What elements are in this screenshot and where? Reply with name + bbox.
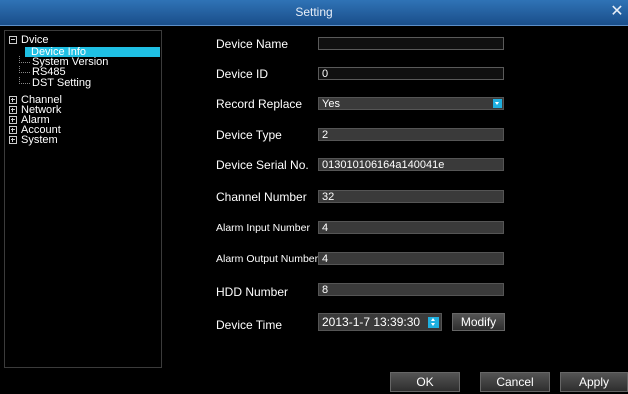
device-name-input[interactable] (318, 37, 504, 50)
serial-no-label: Device Serial No. (216, 158, 309, 172)
spinner-icon[interactable] (428, 317, 439, 328)
window-title: Setting (295, 5, 333, 19)
device-id-input[interactable]: 0 (318, 67, 504, 80)
alarm-input-value: 4 (318, 221, 504, 234)
expand-icon[interactable] (9, 106, 17, 114)
device-time-label: Device Time (216, 318, 283, 332)
tree-node-system[interactable]: System (9, 134, 58, 146)
settings-tree-panel: Dvice Device Info System Version RS485 D… (4, 30, 162, 368)
tree-node-label: System (21, 134, 58, 146)
device-time-input[interactable]: 2013-1-7 13:39:30 (318, 313, 442, 331)
expand-icon[interactable] (9, 116, 17, 124)
tree-connector (19, 56, 30, 63)
record-replace-label: Record Replace (216, 97, 303, 111)
alarm-output-value: 4 (318, 252, 504, 265)
tree-node-dvice[interactable]: Dvice (9, 34, 49, 46)
expand-icon[interactable] (9, 96, 17, 104)
device-type-value: 2 (318, 128, 504, 141)
serial-no-value: 013010106164a140041e (318, 158, 504, 171)
alarm-input-label: Alarm Input Number (216, 222, 310, 234)
dropdown-arrow-icon[interactable] (493, 99, 502, 108)
expand-icon[interactable] (9, 136, 17, 144)
device-name-label: Device Name (216, 37, 289, 51)
expand-icon[interactable] (9, 126, 17, 134)
collapse-icon[interactable] (9, 36, 17, 44)
close-icon[interactable]: ✕ (608, 3, 626, 21)
tree-item-label: DST Setting (32, 77, 92, 89)
modify-button[interactable]: Modify (452, 313, 505, 331)
cancel-button[interactable]: Cancel (480, 372, 550, 392)
apply-button[interactable]: Apply (560, 372, 628, 392)
hdd-number-value: 8 (318, 283, 504, 296)
channel-number-label: Channel Number (216, 190, 307, 204)
record-replace-value: Yes (322, 98, 340, 110)
hdd-number-label: HDD Number (216, 285, 289, 299)
alarm-output-label: Alarm Output Number (216, 253, 319, 265)
tree-node-label: Dvice (21, 34, 49, 46)
device-time-value: 2013-1-7 13:39:30 (322, 315, 421, 329)
tree-item-dst-setting[interactable]: DST Setting (19, 77, 92, 89)
record-replace-select[interactable]: Yes (318, 97, 504, 110)
tree-connector (19, 66, 30, 73)
title-bar: Setting ✕ (0, 0, 628, 26)
tree-connector (19, 77, 30, 84)
device-id-label: Device ID (216, 67, 269, 81)
channel-number-value: 32 (318, 190, 504, 203)
device-type-label: Device Type (216, 128, 282, 142)
tree-item-rs485[interactable]: RS485 (19, 66, 66, 78)
ok-button[interactable]: OK (390, 372, 460, 392)
